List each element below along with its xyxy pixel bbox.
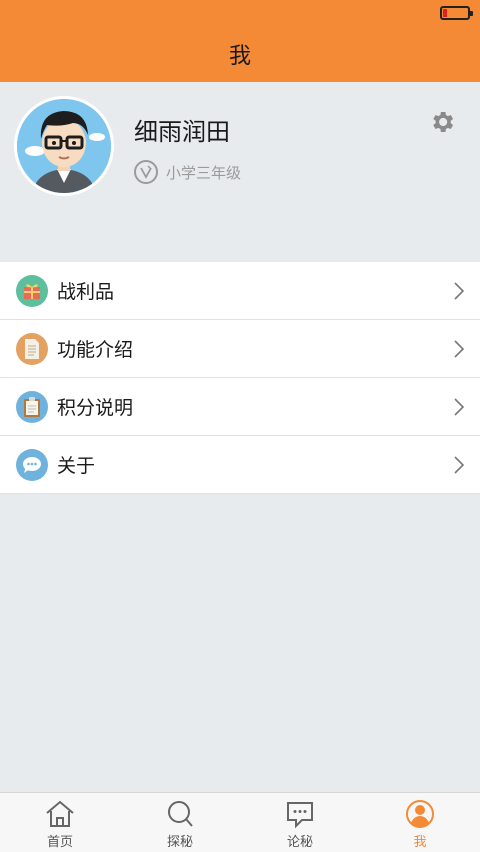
menu-item-features[interactable]: 功能介绍 [0, 320, 480, 378]
menu-item-label: 功能介绍 [57, 339, 134, 361]
bottom-tab-bar: 首页 探秘 论秘 我 [0, 792, 480, 852]
menu-item-points[interactable]: 积分说明 [0, 378, 480, 436]
battery-icon [440, 6, 473, 20]
page-title: 我 [228, 44, 251, 69]
tab-explore[interactable]: 探秘 [120, 793, 240, 852]
home-icon [46, 800, 74, 827]
menu-item-about[interactable]: 关于 [0, 436, 480, 494]
chevron-right-icon [454, 398, 464, 416]
menu-item-label: 积分说明 [57, 397, 134, 419]
tab-label: 我 [413, 835, 427, 850]
gift-icon [16, 275, 48, 307]
chevron-right-icon [454, 456, 464, 474]
menu-item-label: 关于 [57, 455, 96, 477]
tab-label: 探秘 [166, 835, 193, 850]
grade-label: 小学三年级 [166, 163, 242, 182]
message-icon [287, 802, 313, 829]
chat-bubble-icon [16, 449, 48, 481]
clipboard-icon [16, 391, 48, 423]
grade-row: 小学三年级 [134, 160, 241, 184]
chevron-right-icon [454, 282, 464, 300]
menu-item-label: 战利品 [57, 281, 115, 303]
document-icon [16, 333, 48, 365]
user-icon [406, 800, 434, 828]
settings-menu: 战利品 功能介绍 积分说明 关于 [0, 262, 480, 494]
gear-icon[interactable] [428, 108, 456, 136]
profile-section: 细雨润田 小学三年级 [0, 82, 480, 262]
menu-item-loot[interactable]: 战利品 [0, 262, 480, 320]
tab-label: 首页 [46, 835, 73, 850]
tab-discuss[interactable]: 论秘 [240, 793, 360, 852]
level-badge-icon [134, 160, 158, 184]
chevron-right-icon [454, 340, 464, 358]
tab-home[interactable]: 首页 [0, 793, 120, 852]
tab-me[interactable]: 我 [360, 793, 480, 852]
top-bar: 我 [0, 0, 480, 82]
search-icon [168, 801, 193, 827]
tab-label: 论秘 [286, 835, 313, 850]
avatar[interactable] [14, 96, 114, 196]
user-name: 细雨润田 [134, 118, 230, 146]
